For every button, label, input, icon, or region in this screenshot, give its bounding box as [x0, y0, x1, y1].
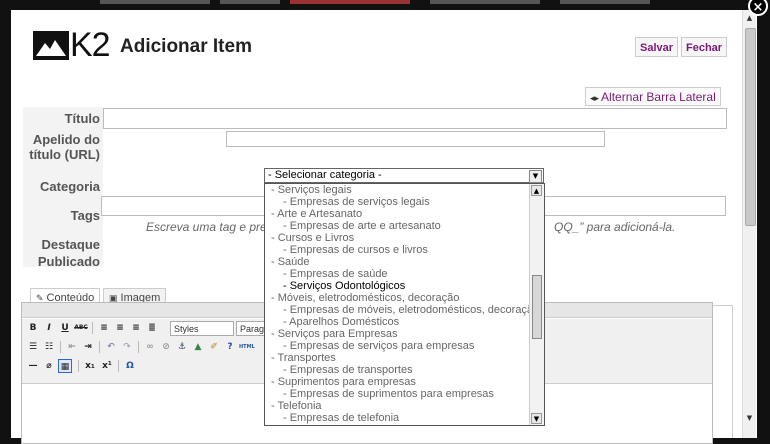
category-option[interactable]: - Empresas de móveis, eletrodomésticos, …: [265, 304, 539, 316]
category-option[interactable]: - Empresas de saúde: [265, 268, 529, 280]
toolbar-separator: [60, 341, 61, 353]
special-character-icon[interactable]: Ω: [123, 359, 137, 373]
toggle-sidebar-label: Alternar Barra Lateral: [601, 90, 716, 104]
title-label: Título: [64, 111, 100, 126]
close-modal-button[interactable]: Fechar: [681, 37, 728, 57]
bullet-list-icon[interactable]: ☰: [26, 340, 40, 354]
format-select[interactable]: Parag: [236, 321, 266, 336]
featured-label: Destaque: [41, 237, 100, 252]
category-options: - Serviços legais - Empresas de serviços …: [265, 184, 539, 424]
styles-select[interactable]: Styles: [170, 321, 234, 336]
background-thumbnail: [100, 0, 210, 4]
toolbar-separator: [78, 360, 79, 372]
category-option[interactable]: - Serviços para Empresas: [265, 328, 529, 340]
unlink-icon[interactable]: ⊘: [159, 340, 173, 354]
close-modal-icon[interactable]: ×: [748, 0, 768, 16]
underline-icon[interactable]: U: [58, 321, 72, 335]
superscript-icon[interactable]: x¹: [100, 359, 114, 373]
subscript-icon[interactable]: x₁: [83, 359, 97, 373]
outdent-icon[interactable]: ⇤: [65, 340, 79, 354]
dropdown-scrollbar-thumb[interactable]: [532, 275, 542, 339]
remove-format-icon[interactable]: ⌀: [42, 359, 56, 373]
dropdown-scroll-down-icon[interactable]: ▼: [531, 413, 542, 424]
toolbar-separator: [118, 360, 119, 372]
align-justify-icon[interactable]: ≣: [145, 321, 159, 335]
background-thumbnail: [220, 0, 280, 4]
toolbar-separator: [138, 341, 139, 353]
category-option[interactable]: - Móveis, eletrodomésticos, decoração: [265, 292, 529, 304]
category-option[interactable]: - Telefonia: [265, 400, 529, 412]
toggle-sidebar-button[interactable]: ◂▸ Alternar Barra Lateral: [585, 87, 721, 106]
dropdown-scrollbar[interactable]: ▲ ▼: [529, 184, 544, 425]
category-option[interactable]: - Aparelhos Domésticos: [265, 316, 529, 328]
background-thumbnail: [560, 0, 650, 4]
category-option[interactable]: - Empresas de serviços para empresas: [265, 340, 529, 352]
help-icon[interactable]: ?: [223, 340, 237, 354]
logo-text: K2: [70, 26, 111, 64]
toolbar-separator: [99, 341, 100, 353]
tags-hint-end: QQ_” para adicioná-la.: [554, 220, 676, 234]
align-right-icon[interactable]: ≡: [129, 321, 143, 335]
category-select-value: - Selecionar categoria -: [268, 169, 382, 181]
category-option[interactable]: - Cursos e Livros: [265, 232, 529, 244]
category-option[interactable]: - Empresas de cursos e livros: [265, 244, 529, 256]
category-option[interactable]: - Transportes: [265, 352, 529, 364]
dropdown-scroll-up-icon[interactable]: ▲: [531, 185, 542, 196]
category-dropdown: - Serviços legais - Empresas de serviços …: [264, 183, 545, 426]
logo-mountain-icon: [33, 31, 69, 60]
category-option[interactable]: - Saúde: [265, 256, 529, 268]
category-option[interactable]: - Empresas de suprimentos para empresas: [265, 388, 529, 400]
alias-label: Apelido do título (URL): [29, 132, 100, 162]
scroll-down-icon[interactable]: ▼: [743, 412, 756, 424]
page-title: Adicionar Item: [120, 36, 252, 57]
title-input[interactable]: [103, 108, 727, 129]
category-option[interactable]: - Empresas de transportes: [265, 364, 529, 376]
image-insert-icon[interactable]: ▲: [191, 340, 205, 354]
visual-aid-icon[interactable]: ▦: [58, 359, 72, 373]
cleanup-icon[interactable]: ✐: [207, 340, 221, 354]
chevron-down-icon[interactable]: ▼: [529, 170, 542, 183]
category-option[interactable]: - Serviços Odontológicos: [265, 280, 529, 292]
anchor-icon[interactable]: ⚓: [175, 340, 189, 354]
align-center-icon[interactable]: ≡: [113, 321, 127, 335]
modal-scrollbar[interactable]: ▲ ▼: [742, 10, 756, 438]
indent-icon[interactable]: ⇥: [81, 340, 95, 354]
tags-hint: Escreva uma tag e pre: [146, 220, 267, 234]
alias-input[interactable]: [226, 131, 605, 147]
toolbar-separator: [92, 322, 93, 334]
tags-label: Tags: [70, 208, 100, 223]
category-label: Categoria: [40, 179, 100, 194]
background-thumbnail: [430, 0, 540, 4]
category-select[interactable]: - Selecionar categoria - ▼: [264, 168, 544, 183]
category-option[interactable]: - Serviços legais: [265, 184, 529, 196]
link-icon[interactable]: ∞: [143, 340, 157, 354]
numbered-list-icon[interactable]: ☷: [42, 340, 56, 354]
arrows-icon: ◂▸: [590, 93, 600, 103]
category-option[interactable]: - Empresas de serviços legais: [265, 196, 529, 208]
italic-icon[interactable]: I: [42, 321, 56, 335]
background-thumbnail: [290, 0, 410, 4]
category-option[interactable]: - Empresas de arte e artesanato: [265, 220, 529, 232]
category-option[interactable]: - Suprimentos para empresas: [265, 376, 529, 388]
html-source-icon[interactable]: HTML: [239, 340, 255, 354]
horizontal-rule-icon[interactable]: —: [26, 359, 40, 373]
redo-icon[interactable]: ↷: [120, 340, 134, 354]
save-button[interactable]: Salvar: [635, 37, 679, 57]
modal-scrollbar-thumb[interactable]: [745, 28, 756, 226]
category-option[interactable]: - Empresas de telefonia: [265, 412, 529, 424]
bold-icon[interactable]: B: [26, 321, 40, 335]
strikethrough-icon[interactable]: ABC: [74, 321, 88, 335]
align-left-icon[interactable]: ≡: [97, 321, 111, 335]
category-option[interactable]: - Arte e Artesanato: [265, 208, 529, 220]
undo-icon[interactable]: ↶: [104, 340, 118, 354]
published-label: Publicado: [37, 254, 100, 269]
